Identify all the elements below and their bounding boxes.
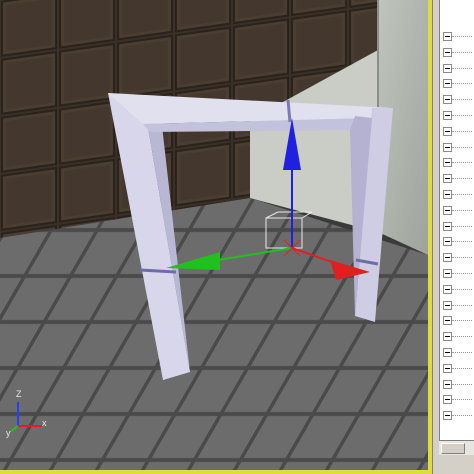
collapse-toggle-icon[interactable]	[443, 411, 452, 421]
tree-connector-line	[452, 320, 472, 322]
axis-tripod: Z x y	[6, 388, 56, 438]
viewport-active-border-bottom	[0, 470, 432, 474]
tree-row[interactable]	[440, 77, 474, 89]
collapse-toggle-icon[interactable]	[443, 79, 452, 89]
collapse-toggle-icon[interactable]	[443, 47, 452, 57]
collapse-toggle-icon[interactable]	[443, 142, 452, 152]
tree-connector-line	[452, 273, 472, 274]
tree-row[interactable]	[440, 109, 474, 121]
tree-connector-line	[452, 383, 472, 385]
tree-connector-line	[452, 367, 472, 369]
tree-row[interactable]	[440, 220, 474, 232]
tree-connector-line	[452, 257, 472, 259]
tree-connector-line	[452, 241, 472, 243]
tree-row[interactable]	[440, 346, 474, 358]
tree-connector-line	[452, 162, 472, 164]
tree-connector-line	[452, 67, 472, 69]
tree-connector-line	[452, 146, 472, 148]
collapse-toggle-icon[interactable]	[443, 221, 452, 231]
tree-row[interactable]	[440, 409, 474, 421]
tree-connector-line	[452, 99, 472, 101]
horizontal-scrollbar[interactable]	[439, 440, 474, 455]
collapse-toggle-icon[interactable]	[443, 269, 452, 278]
tree-row[interactable]	[440, 267, 474, 279]
collapse-toggle-icon[interactable]	[443, 379, 452, 389]
tree-connector-line	[452, 352, 472, 353]
tree-row[interactable]	[440, 393, 474, 405]
tree-row[interactable]	[440, 378, 474, 390]
tree-row[interactable]	[440, 93, 474, 105]
tripod-y-label: y	[6, 428, 11, 438]
tripod-z-label: Z	[16, 389, 22, 399]
tree-row[interactable]	[440, 30, 474, 42]
scene-render[interactable]	[0, 0, 428, 474]
collapse-toggle-icon[interactable]	[443, 284, 452, 294]
tree-connector-line	[452, 225, 472, 227]
tree-connector-line	[452, 36, 472, 37]
perspective-viewport[interactable]: Z x y	[0, 0, 428, 474]
tree-connector-line	[452, 399, 472, 401]
collapse-toggle-icon[interactable]	[443, 63, 452, 73]
tree-row[interactable]	[440, 235, 474, 247]
tree-connector-line	[452, 51, 472, 53]
collapse-toggle-icon[interactable]	[443, 237, 452, 247]
collapse-toggle-icon[interactable]	[443, 126, 452, 136]
collapse-toggle-icon[interactable]	[443, 174, 452, 184]
tree-row[interactable]	[440, 330, 474, 342]
collapse-toggle-icon[interactable]	[443, 32, 452, 41]
collapse-toggle-icon[interactable]	[443, 316, 452, 326]
scene-tree-list[interactable]	[439, 0, 474, 440]
tree-row[interactable]	[440, 283, 474, 295]
tree-connector-line	[452, 115, 472, 116]
collapse-toggle-icon[interactable]	[443, 395, 452, 405]
tripod-x-label: x	[42, 418, 47, 428]
collapse-toggle-icon[interactable]	[443, 190, 452, 199]
tree-row[interactable]	[440, 299, 474, 311]
tree-row[interactable]	[440, 46, 474, 58]
tree-connector-line	[452, 288, 472, 290]
tree-connector-line	[452, 415, 472, 417]
tree-row[interactable]	[440, 141, 474, 153]
tree-row[interactable]	[440, 188, 474, 200]
tree-row[interactable]	[440, 172, 474, 184]
tree-connector-line	[452, 194, 472, 195]
tree-connector-line	[452, 336, 472, 338]
scene-explorer-panel[interactable]	[432, 0, 474, 474]
tree-row[interactable]	[440, 362, 474, 374]
scrollbar-thumb[interactable]	[441, 443, 465, 454]
collapse-toggle-icon[interactable]	[443, 332, 452, 342]
collapse-toggle-icon[interactable]	[443, 348, 452, 357]
tree-connector-line	[452, 130, 472, 132]
tree-row[interactable]	[440, 125, 474, 137]
tree-connector-line	[452, 83, 472, 85]
collapse-toggle-icon[interactable]	[443, 95, 452, 105]
collapse-toggle-icon[interactable]	[443, 158, 452, 168]
collapse-toggle-icon[interactable]	[443, 253, 452, 263]
tree-connector-line	[452, 178, 472, 180]
tree-row[interactable]	[440, 204, 474, 216]
collapse-toggle-icon[interactable]	[443, 111, 452, 120]
collapse-toggle-icon[interactable]	[443, 363, 452, 373]
tree-connector-line	[452, 209, 472, 211]
tree-row[interactable]	[440, 314, 474, 326]
tripod-y-line	[9, 425, 19, 433]
tree-row[interactable]	[440, 251, 474, 263]
tree-row[interactable]	[440, 156, 474, 168]
collapse-toggle-icon[interactable]	[443, 205, 452, 215]
tree-connector-line	[452, 304, 472, 306]
tree-row[interactable]	[440, 62, 474, 74]
collapse-toggle-icon[interactable]	[443, 300, 452, 310]
